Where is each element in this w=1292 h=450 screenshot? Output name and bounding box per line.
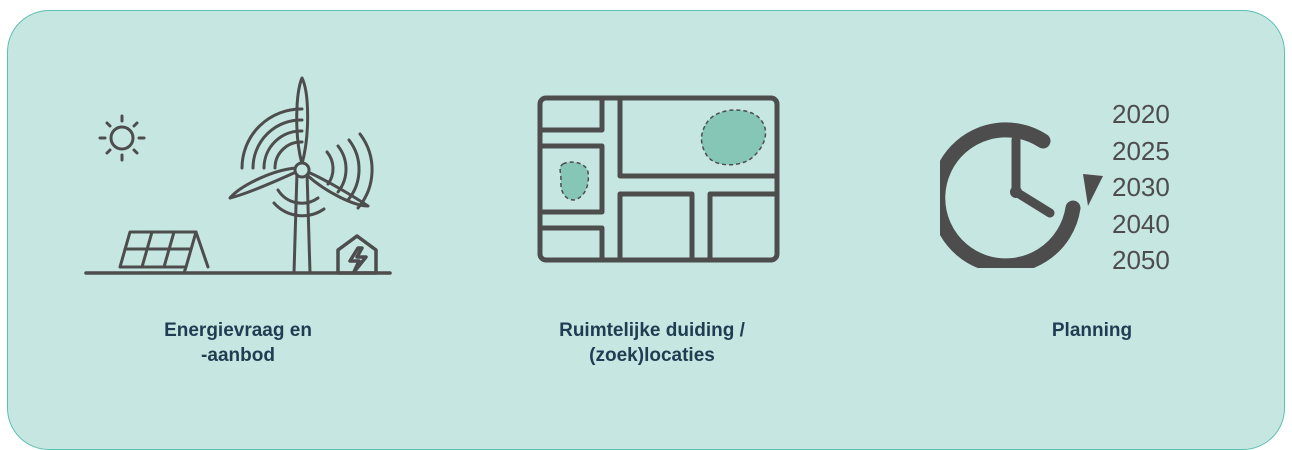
- year-label: 2030: [1112, 172, 1170, 202]
- year-label: 2020: [1112, 99, 1170, 129]
- year-label: 2050: [1112, 245, 1170, 275]
- caption-line: Ruimtelijke duiding /: [559, 320, 745, 341]
- caption-line: -aanbod: [201, 345, 275, 366]
- caption-line: Energievraag en: [164, 320, 312, 341]
- year-label: 2025: [1112, 135, 1170, 166]
- sun-icon: [98, 114, 146, 162]
- clock-planning-icon: [940, 122, 1103, 268]
- caption-locations: Ruimtelijke duiding / (zoek)locaties: [492, 318, 812, 368]
- caption-line: (zoek)locaties: [589, 345, 715, 366]
- caption-planning: Planning: [932, 318, 1252, 343]
- years-list: 2020 2025 2030 2040 2050: [1112, 96, 1170, 279]
- solar-panel-icon: [118, 230, 210, 275]
- map-locations-icon: [537, 95, 780, 263]
- wind-solar-energy-icon: [84, 76, 392, 275]
- search-area-large: [700, 109, 767, 166]
- year-label: 2040: [1112, 208, 1170, 239]
- search-area-small: [559, 161, 590, 201]
- caption-energy: Energievraag en -aanbod: [78, 318, 398, 368]
- power-house-icon: [336, 234, 378, 275]
- caption-line: Planning: [1051, 320, 1133, 341]
